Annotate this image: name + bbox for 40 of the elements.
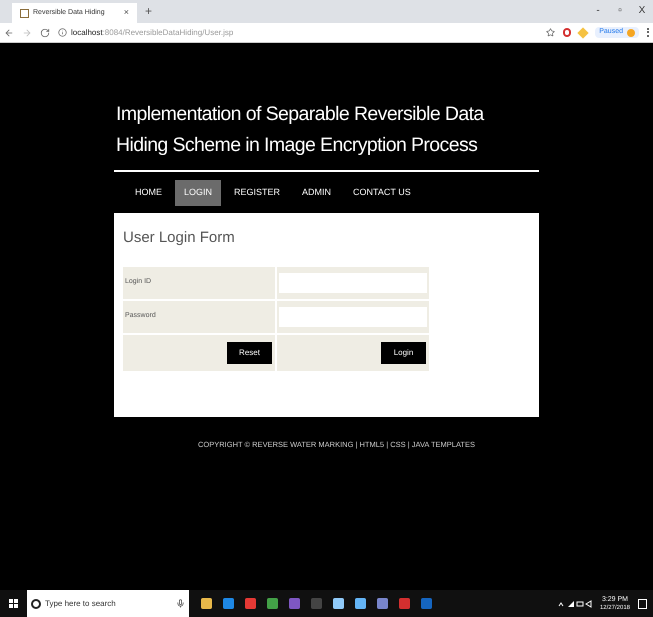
microphone-icon[interactable] [176, 599, 185, 608]
taskbar-app-icon[interactable] [399, 598, 410, 609]
input-field[interactable] [279, 306, 427, 326]
window-control[interactable]: X [631, 3, 653, 18]
nav-link[interactable]: HOME [126, 180, 171, 206]
cortana-icon [31, 598, 41, 608]
extension-icon[interactable] [563, 28, 572, 37]
nav-link[interactable]: CONTACT US [344, 180, 420, 206]
nav-link[interactable]: REGISTER [225, 180, 290, 206]
taskbar-app-icon[interactable] [333, 598, 344, 609]
reload-icon[interactable] [40, 28, 50, 38]
notification-icon[interactable] [638, 598, 647, 608]
info-icon [58, 28, 67, 37]
back-icon[interactable] [4, 28, 14, 38]
start-icon[interactable] [9, 599, 18, 608]
taskbar-app-icon[interactable] [223, 598, 234, 609]
search-placeholder: Type here to search [45, 598, 117, 610]
tray-icons[interactable] [558, 600, 592, 608]
taskbar-app-icon[interactable] [267, 598, 278, 609]
site-title: Implementation of Separable Reversible Data Hiding Scheme in Image Encryption Process [115, 102, 486, 158]
new-tab-button[interactable]: + [145, 2, 152, 20]
url-text[interactable]: localhost:8084/ReversibleDataHiding/User.jsp [71, 26, 538, 38]
login-button[interactable]: Login [381, 342, 426, 364]
taskbar-search-field[interactable]: Type here to search [27, 590, 189, 617]
favicon-icon [20, 8, 29, 18]
taskbar-app-icon[interactable] [245, 598, 256, 609]
taskbar-app-icon[interactable] [355, 598, 366, 609]
window-control[interactable]: - [587, 3, 609, 18]
form-heading: User Login Form [123, 228, 236, 248]
taskbar-app-icon[interactable] [201, 598, 212, 609]
reset-button[interactable]: Reset [227, 342, 272, 364]
taskbar-app-icon[interactable] [421, 598, 432, 609]
taskbar-app-icon[interactable] [377, 598, 388, 609]
tab-close[interactable]: × [124, 6, 129, 20]
bookmark-star-icon[interactable] [546, 28, 556, 37]
nav-link[interactable]: LOGIN [175, 180, 222, 206]
window-control[interactable]: ▫ [609, 3, 631, 18]
nav-link[interactable]: ADMIN [293, 180, 340, 206]
input-field[interactable] [279, 272, 427, 292]
taskbar-app-icon[interactable] [289, 598, 300, 609]
